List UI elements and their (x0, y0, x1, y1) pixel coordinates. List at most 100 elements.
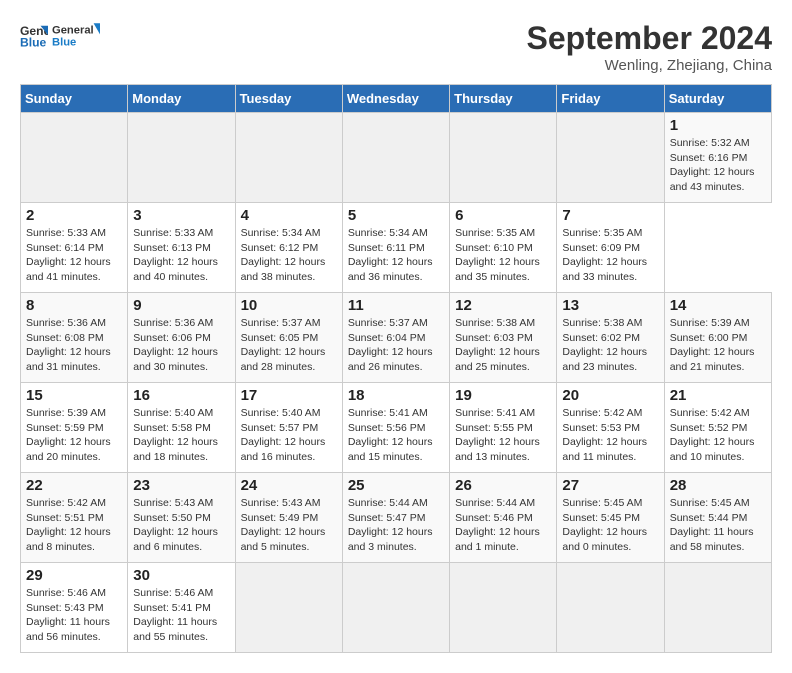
col-header-tuesday: Tuesday (235, 85, 342, 113)
day-number: 25 (348, 477, 444, 494)
day-number: 13 (562, 297, 658, 314)
day-cell-14: 14 Sunrise: 5:39 AMSunset: 6:00 PMDayligh… (664, 293, 771, 383)
empty-cell (342, 113, 449, 203)
svg-text:General: General (52, 25, 94, 37)
day-info: Sunrise: 5:41 AMSunset: 5:56 PMDaylight:… (348, 406, 444, 465)
day-number: 15 (26, 387, 122, 404)
day-info: Sunrise: 5:45 AMSunset: 5:44 PMDaylight:… (670, 496, 766, 555)
day-info: Sunrise: 5:36 AMSunset: 6:06 PMDaylight:… (133, 316, 229, 375)
week-row-6: 29 Sunrise: 5:46 AMSunset: 5:43 PMDayligh… (21, 563, 772, 653)
day-cell-28: 28 Sunrise: 5:45 AMSunset: 5:44 PMDayligh… (664, 473, 771, 563)
day-number: 28 (670, 477, 766, 494)
day-cell-25: 25 Sunrise: 5:44 AMSunset: 5:47 PMDayligh… (342, 473, 449, 563)
title-block: September 2024 Wenling, Zhejiang, China (527, 20, 772, 74)
week-row-4: 15Sunrise: 5:39 AMSunset: 5:59 PMDayligh… (21, 383, 772, 473)
day-number: 14 (670, 297, 766, 314)
day-info: Sunrise: 5:37 AMSunset: 6:04 PMDaylight:… (348, 316, 444, 375)
day-info: Sunrise: 5:42 AMSunset: 5:51 PMDaylight:… (26, 496, 122, 555)
page-header: General Blue General Blue September 2024… (20, 20, 772, 74)
day-number: 18 (348, 387, 444, 404)
day-cell-11: 11 Sunrise: 5:37 AMSunset: 6:04 PMDayligh… (342, 293, 449, 383)
empty-cell (664, 563, 771, 653)
day-info: Sunrise: 5:40 AMSunset: 5:57 PMDaylight:… (241, 406, 337, 465)
day-cell-19: 19 Sunrise: 5:41 AMSunset: 5:55 PMDayligh… (450, 383, 557, 473)
day-info: Sunrise: 5:43 AMSunset: 5:49 PMDaylight:… (241, 496, 337, 555)
day-info: Sunrise: 5:38 AMSunset: 6:02 PMDaylight:… (562, 316, 658, 375)
week-row-1: 1Sunrise: 5:32 AMSunset: 6:16 PMDaylight… (21, 113, 772, 203)
logo: General Blue General Blue (20, 20, 100, 52)
day-number: 29 (26, 567, 122, 584)
day-cell-5: 5Sunrise: 5:34 AMSunset: 6:11 PMDaylight… (342, 203, 449, 293)
day-cell-29: 29 Sunrise: 5:46 AMSunset: 5:43 PMDayligh… (21, 563, 128, 653)
day-number: 2 (26, 207, 122, 224)
day-number: 1 (670, 117, 766, 134)
col-header-sunday: Sunday (21, 85, 128, 113)
day-number: 22 (26, 477, 122, 494)
empty-cell (235, 113, 342, 203)
day-number: 17 (241, 387, 337, 404)
location: Wenling, Zhejiang, China (527, 57, 772, 74)
empty-cell (450, 563, 557, 653)
svg-text:Blue: Blue (20, 35, 47, 49)
day-number: 6 (455, 207, 551, 224)
day-cell-12: 12Sunrise: 5:38 AMSunset: 6:03 PMDayligh… (450, 293, 557, 383)
day-info: Sunrise: 5:44 AMSunset: 5:46 PMDaylight:… (455, 496, 551, 555)
day-info: Sunrise: 5:33 AMSunset: 6:13 PMDaylight:… (133, 226, 229, 285)
empty-cell (128, 113, 235, 203)
week-row-2: 2 Sunrise: 5:33 AMSunset: 6:14 PMDaylight… (21, 203, 772, 293)
week-row-3: 8Sunrise: 5:36 AMSunset: 6:08 PMDaylight… (21, 293, 772, 383)
day-info: Sunrise: 5:40 AMSunset: 5:58 PMDaylight:… (133, 406, 229, 465)
day-info: Sunrise: 5:35 AMSunset: 6:09 PMDaylight:… (562, 226, 658, 285)
day-info: Sunrise: 5:39 AMSunset: 6:00 PMDaylight:… (670, 316, 766, 375)
day-cell-16: 16 Sunrise: 5:40 AMSunset: 5:58 PMDayligh… (128, 383, 235, 473)
day-cell-6: 6 Sunrise: 5:35 AMSunset: 6:10 PMDaylight… (450, 203, 557, 293)
day-info: Sunrise: 5:46 AMSunset: 5:43 PMDaylight:… (26, 586, 122, 645)
day-info: Sunrise: 5:33 AMSunset: 6:14 PMDaylight:… (26, 226, 122, 285)
day-cell-24: 24 Sunrise: 5:43 AMSunset: 5:49 PMDayligh… (235, 473, 342, 563)
day-number: 16 (133, 387, 229, 404)
day-cell-1: 1Sunrise: 5:32 AMSunset: 6:16 PMDaylight… (664, 113, 771, 203)
day-number: 3 (133, 207, 229, 224)
day-cell-3: 3 Sunrise: 5:33 AMSunset: 6:13 PMDaylight… (128, 203, 235, 293)
day-info: Sunrise: 5:34 AMSunset: 6:11 PMDaylight:… (348, 226, 444, 285)
day-number: 10 (241, 297, 337, 314)
day-info: Sunrise: 5:36 AMSunset: 6:08 PMDaylight:… (26, 316, 122, 375)
day-cell-30: 30Sunrise: 5:46 AMSunset: 5:41 PMDayligh… (128, 563, 235, 653)
day-info: Sunrise: 5:45 AMSunset: 5:45 PMDaylight:… (562, 496, 658, 555)
week-row-5: 22 Sunrise: 5:42 AMSunset: 5:51 PMDayligh… (21, 473, 772, 563)
day-cell-17: 17 Sunrise: 5:40 AMSunset: 5:57 PMDayligh… (235, 383, 342, 473)
day-cell-7: 7Sunrise: 5:35 AMSunset: 6:09 PMDaylight… (557, 203, 664, 293)
day-cell-2: 2 Sunrise: 5:33 AMSunset: 6:14 PMDaylight… (21, 203, 128, 293)
day-info: Sunrise: 5:44 AMSunset: 5:47 PMDaylight:… (348, 496, 444, 555)
day-info: Sunrise: 5:46 AMSunset: 5:41 PMDaylight:… (133, 586, 229, 645)
day-cell-8: 8Sunrise: 5:36 AMSunset: 6:08 PMDaylight… (21, 293, 128, 383)
day-number: 26 (455, 477, 551, 494)
day-number: 11 (348, 297, 444, 314)
empty-cell (21, 113, 128, 203)
day-number: 23 (133, 477, 229, 494)
day-info: Sunrise: 5:38 AMSunset: 6:03 PMDaylight:… (455, 316, 551, 375)
col-header-thursday: Thursday (450, 85, 557, 113)
day-info: Sunrise: 5:34 AMSunset: 6:12 PMDaylight:… (241, 226, 337, 285)
day-cell-10: 10Sunrise: 5:37 AMSunset: 6:05 PMDayligh… (235, 293, 342, 383)
day-cell-13: 13 Sunrise: 5:38 AMSunset: 6:02 PMDayligh… (557, 293, 664, 383)
day-info: Sunrise: 5:35 AMSunset: 6:10 PMDaylight:… (455, 226, 551, 285)
header-row: SundayMondayTuesdayWednesdayThursdayFrid… (21, 85, 772, 113)
day-number: 19 (455, 387, 551, 404)
col-header-wednesday: Wednesday (342, 85, 449, 113)
day-info: Sunrise: 5:42 AMSunset: 5:52 PMDaylight:… (670, 406, 766, 465)
empty-cell (235, 563, 342, 653)
empty-cell (450, 113, 557, 203)
day-number: 4 (241, 207, 337, 224)
svg-text:Blue: Blue (52, 37, 76, 49)
day-info: Sunrise: 5:43 AMSunset: 5:50 PMDaylight:… (133, 496, 229, 555)
day-cell-4: 4 Sunrise: 5:34 AMSunset: 6:12 PMDaylight… (235, 203, 342, 293)
day-cell-21: 21Sunrise: 5:42 AMSunset: 5:52 PMDayligh… (664, 383, 771, 473)
day-number: 24 (241, 477, 337, 494)
logo-icon: General Blue (20, 22, 48, 50)
day-info: Sunrise: 5:41 AMSunset: 5:55 PMDaylight:… (455, 406, 551, 465)
col-header-monday: Monday (128, 85, 235, 113)
empty-cell (557, 113, 664, 203)
day-cell-27: 27Sunrise: 5:45 AMSunset: 5:45 PMDayligh… (557, 473, 664, 563)
day-number: 9 (133, 297, 229, 314)
